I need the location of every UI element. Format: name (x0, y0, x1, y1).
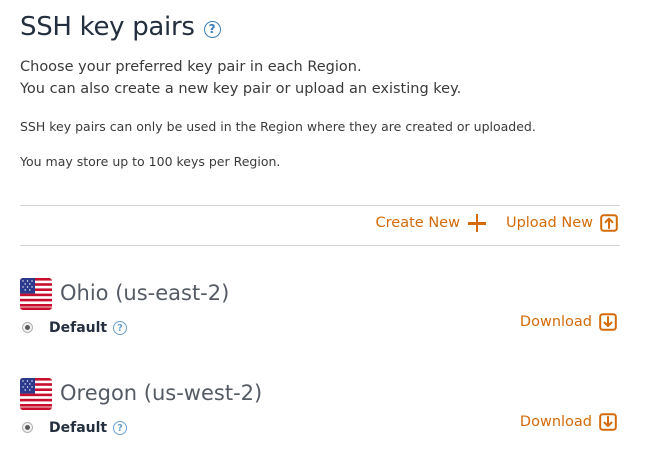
region-ohio: Ohio (us-east-2) Default ? Download (20, 276, 620, 346)
intro-text: Choose your preferred key pair in each R… (20, 56, 461, 100)
upload-new-button[interactable]: Upload New (506, 214, 618, 232)
create-new-button[interactable]: Create New (376, 214, 486, 232)
us-flag-icon (20, 378, 52, 410)
upload-new-label: Upload New (505, 215, 593, 231)
region-name: Oregon (us-west-2) (60, 381, 263, 405)
upload-icon (600, 214, 618, 232)
download-button[interactable]: Download (520, 313, 617, 331)
download-button[interactable]: Download (520, 413, 617, 431)
intro-line-1: Choose your preferred key pair in each R… (20, 59, 362, 75)
help-icon[interactable]: ? (113, 321, 127, 335)
region-oregon: Oregon (us-west-2) Default ? Download (20, 376, 620, 446)
download-icon (599, 313, 617, 331)
download-icon (599, 413, 617, 431)
region-name: Ohio (us-east-2) (60, 281, 230, 305)
default-key-radio[interactable] (22, 322, 33, 333)
key-actions: Create New Upload New (376, 214, 618, 232)
download-label: Download (519, 314, 592, 330)
us-flag-icon (20, 278, 52, 310)
help-icon[interactable]: ? (113, 421, 127, 435)
download-label: Download (519, 414, 592, 430)
help-icon[interactable]: ? (203, 20, 221, 38)
key-pair-label: Default (49, 420, 108, 436)
key-pair-label: Default (49, 320, 108, 336)
create-new-label: Create New (375, 215, 460, 231)
region-scope-note: SSH key pairs can only be used in the Re… (20, 119, 536, 134)
key-limit-note: You may store up to 100 keys per Region. (20, 154, 281, 169)
page-title: SSH key pairs (20, 12, 195, 42)
divider-top (20, 205, 620, 206)
default-key-radio[interactable] (22, 422, 33, 433)
plus-icon (467, 214, 486, 232)
divider-bottom (20, 245, 620, 246)
page-header: SSH key pairs ? (20, 12, 221, 42)
intro-line-2: You can also create a new key pair or up… (20, 81, 462, 97)
